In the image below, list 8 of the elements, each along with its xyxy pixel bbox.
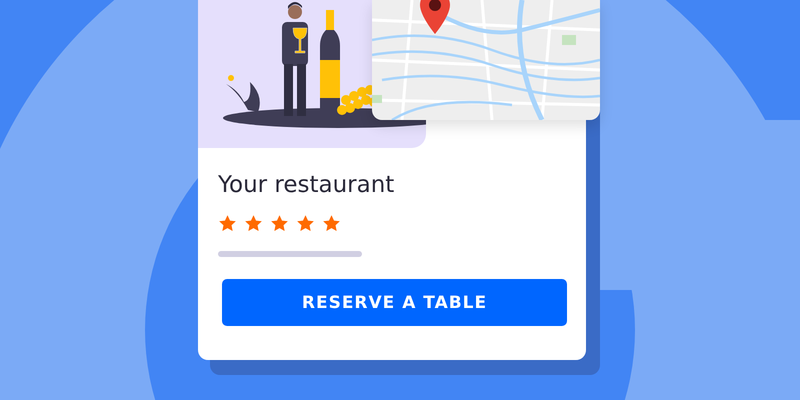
star-filled-icon (270, 214, 289, 233)
reserve-button[interactable]: RESERVE A TABLE (222, 279, 567, 326)
star-filled-icon (322, 214, 341, 233)
star-filled-icon (296, 214, 315, 233)
restaurant-name: Your restaurant (218, 171, 396, 200)
star-filled-icon (218, 214, 237, 233)
map-pin-icon (420, 0, 450, 34)
star-filled-icon (244, 214, 263, 233)
